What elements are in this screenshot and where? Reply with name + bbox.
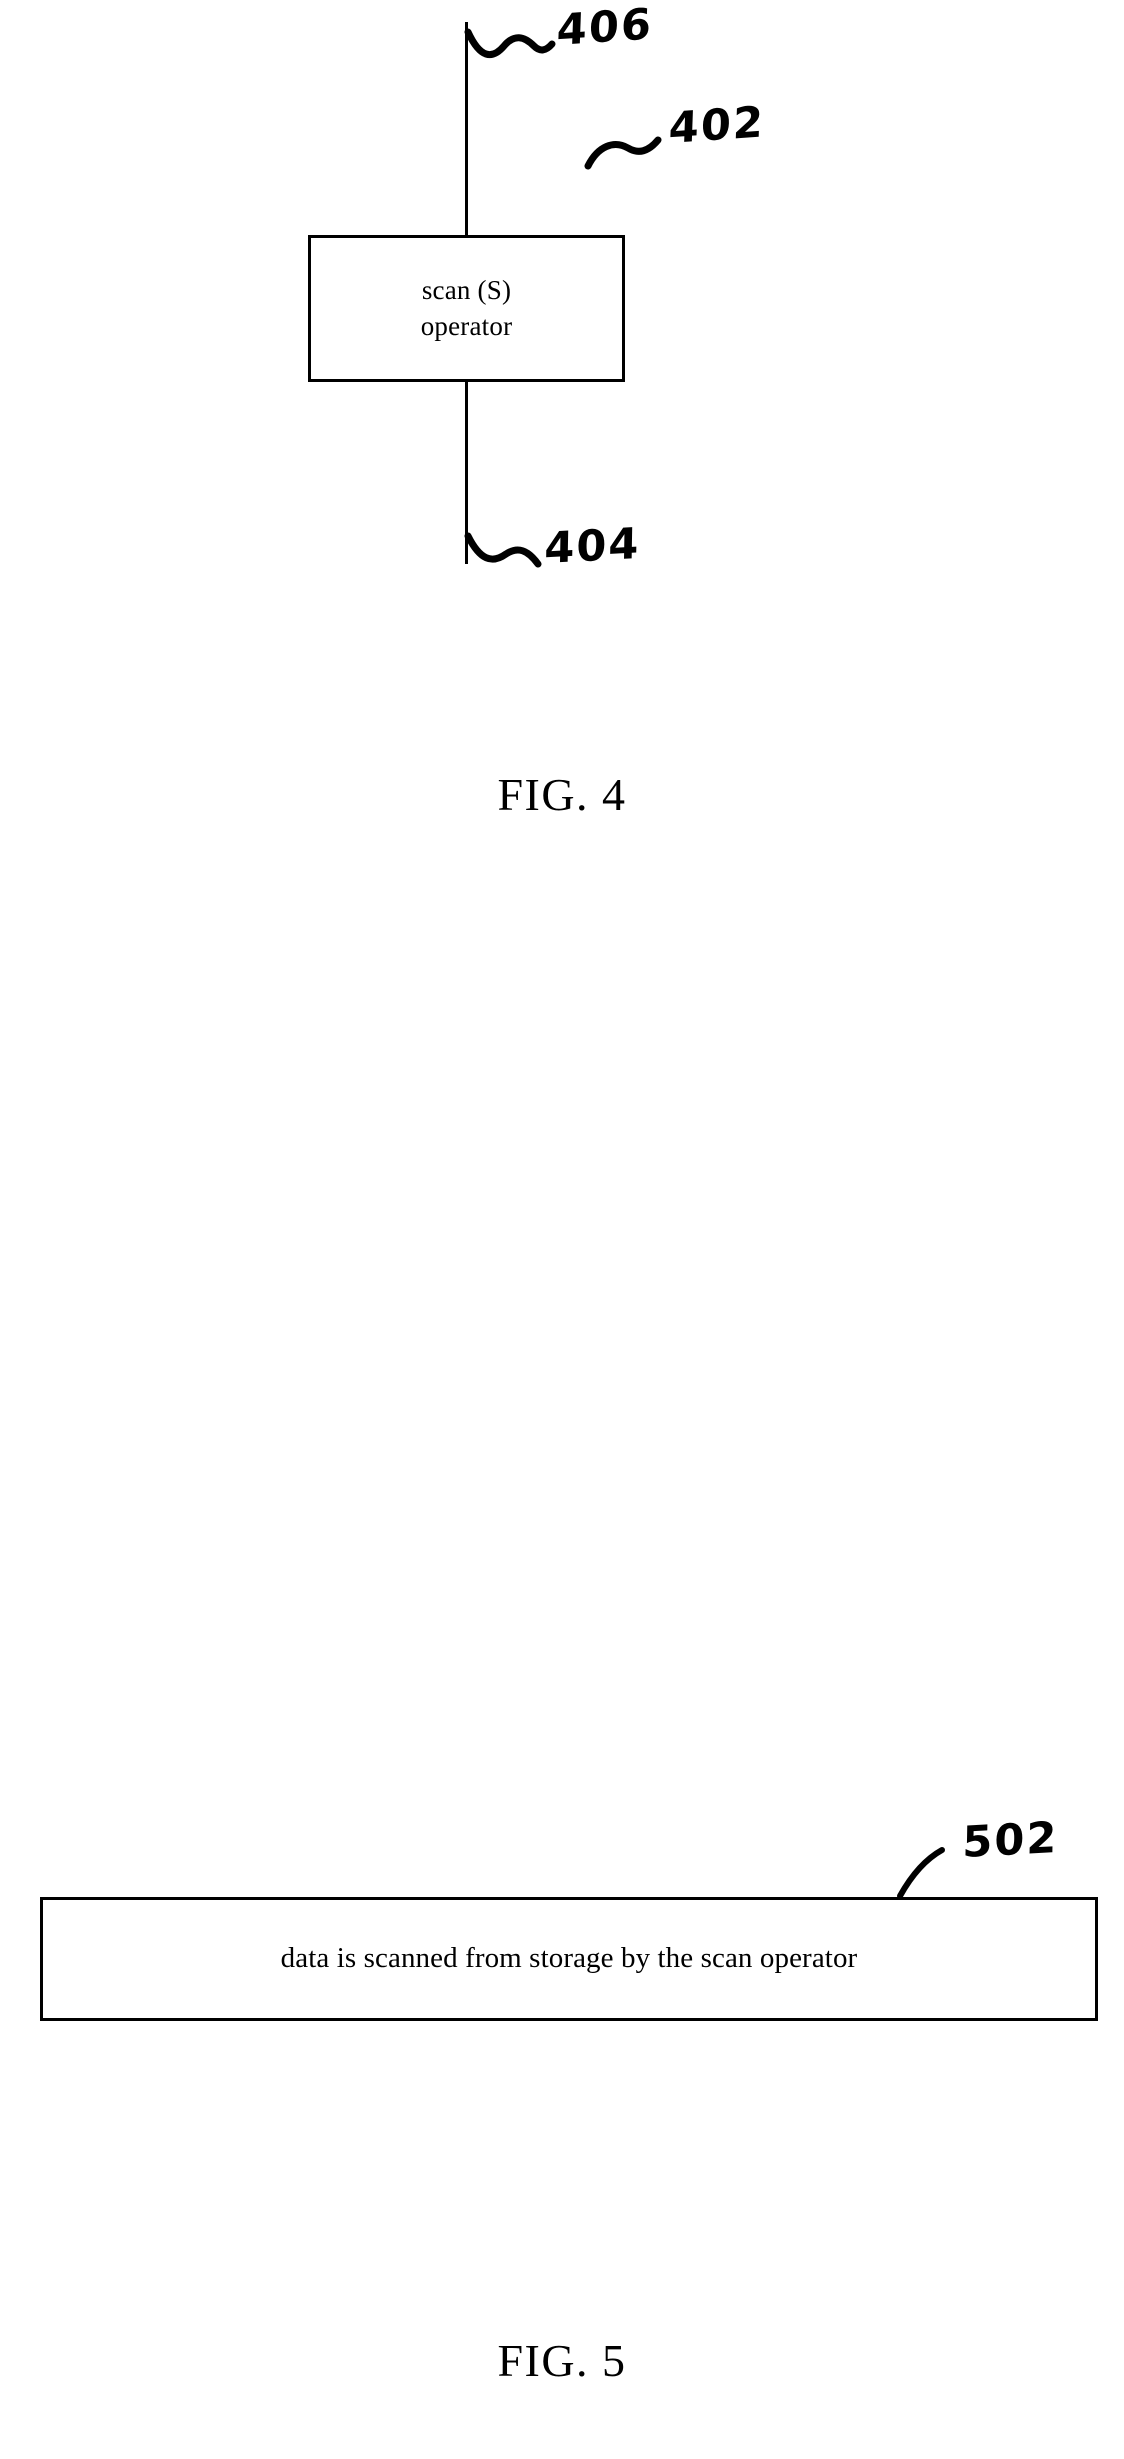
scan-operator-label-line1: scan (S) — [421, 274, 512, 305]
scan-statement-text: data is scanned from storage by the scan… — [280, 1942, 858, 1975]
figure-5-caption: FIG. 5 — [497, 2335, 627, 2386]
figure4-output-edge-leader-icon — [464, 532, 542, 568]
scan-operator-box-leader-icon — [584, 136, 662, 170]
scan-statement-box: data is scanned from storage by the scan… — [40, 1897, 1098, 2021]
scan-operator-box: scan (S) operator — [308, 235, 625, 382]
figure4-input-edge-leader-icon — [464, 28, 556, 59]
statement-box-leader-icon — [897, 1847, 945, 1899]
scan-operator-label-line2: operator — [420, 310, 513, 341]
scan-operator-box-ref-label: 402 — [667, 97, 766, 154]
statement-box-ref-label: 502 — [961, 1813, 1059, 1868]
figure4-output-edge-ref-label: 404 — [543, 519, 641, 574]
figure-4-caption: FIG. 4 — [497, 769, 627, 820]
figure4-input-edge-ref-label: 406 — [555, 0, 654, 56]
patent-drawing-sheet: 406 scan (S) operator 402 404 FIG. 4 502… — [0, 0, 1124, 2459]
